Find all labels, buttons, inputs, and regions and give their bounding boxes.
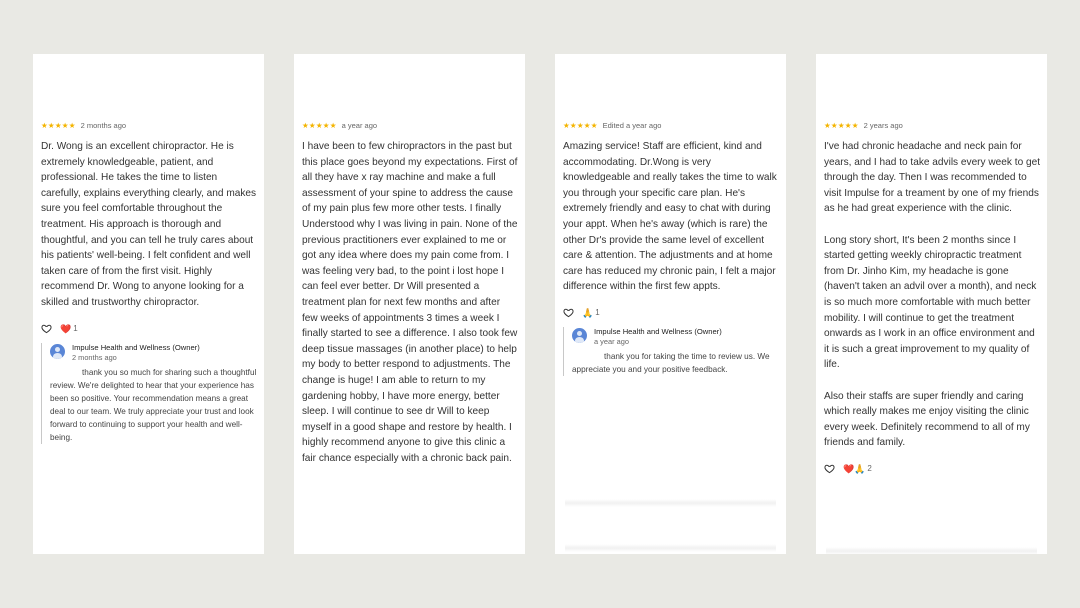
review-card: ★★★★★ 2 months ago Dr. Wong is an excell… <box>33 54 264 554</box>
divider <box>565 499 776 507</box>
review-date: 2 months ago <box>80 121 127 130</box>
review-card: ★★★★★ 2 years ago I've had chronic heada… <box>816 54 1047 554</box>
review-card: ★★★★★ Edited a year ago Amazing service!… <box>555 54 786 554</box>
reactions-row: 🙏 1 <box>563 305 779 321</box>
reaction-count: 1 <box>73 323 78 333</box>
review-text: I've had chronic headache and neck pain … <box>824 141 1041 449</box>
divider <box>565 544 776 552</box>
review-date: a year ago <box>341 121 378 130</box>
rating-row: ★★★★★ a year ago <box>302 120 518 132</box>
owner-reply: Impulse Health and Wellness (Owner) a ye… <box>563 326 779 376</box>
review-text: I have been to few chiropractors in the … <box>302 141 518 464</box>
reaction-emoji: 🙏 <box>582 307 594 318</box>
reply-text: thank you so much for sharing such a tho… <box>50 367 257 442</box>
reply-header: Impulse Health and Wellness (Owner) 2 mo… <box>50 343 257 363</box>
like-heart-icon[interactable] <box>41 323 52 334</box>
review-date: 2 years ago <box>863 121 903 130</box>
reply-text: thank you for taking the time to review … <box>572 351 770 374</box>
reactions-row: ❤️🙏 2 <box>824 461 1040 477</box>
owner-avatar <box>572 327 587 343</box>
rating-row: ★★★★★ 2 years ago <box>824 120 1040 132</box>
reaction-count: 1 <box>595 307 600 317</box>
like-heart-icon[interactable] <box>824 463 835 474</box>
reply-date: 2 months ago <box>72 352 117 362</box>
divider <box>826 547 1037 554</box>
reaction-emoji: ❤️ <box>60 323 72 334</box>
reaction-count: 2 <box>867 463 872 473</box>
review-text: Amazing service! Staff are efficient, ki… <box>563 141 777 293</box>
rating-row: ★★★★★ 2 months ago <box>41 120 257 132</box>
star-rating: ★★★★★ <box>302 121 337 130</box>
like-heart-icon[interactable] <box>563 307 574 318</box>
star-rating: ★★★★★ <box>563 121 598 130</box>
reply-date: a year ago <box>594 336 629 346</box>
owner-name: Impulse Health and Wellness (Owner) <box>72 342 200 352</box>
reactions-row: ❤️ 1 <box>41 321 257 337</box>
review-text: Dr. Wong is an excellent chiropractor. H… <box>41 141 257 308</box>
star-rating: ★★★★★ <box>41 121 76 130</box>
owner-reply: Impulse Health and Wellness (Owner) 2 mo… <box>41 342 257 444</box>
owner-name: Impulse Health and Wellness (Owner) <box>594 326 722 336</box>
review-date: Edited a year ago <box>602 121 662 130</box>
reply-header: Impulse Health and Wellness (Owner) a ye… <box>572 327 779 347</box>
rating-row: ★★★★★ Edited a year ago <box>563 120 779 132</box>
reaction-emoji: ❤️🙏 <box>843 463 866 474</box>
review-card: ★★★★★ a year ago I have been to few chir… <box>294 54 525 554</box>
owner-avatar <box>50 343 65 359</box>
star-rating: ★★★★★ <box>824 121 859 130</box>
